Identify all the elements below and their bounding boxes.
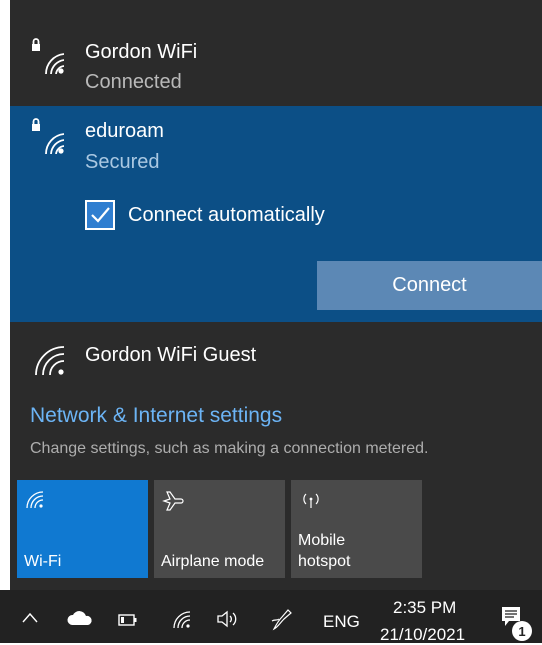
network-item-gordon-wifi[interactable]: Gordon WiFi Connected [10, 0, 542, 105]
wifi-toggle-tile[interactable]: Wi-Fi [17, 480, 148, 578]
wifi-icon[interactable] [172, 610, 190, 628]
pen-icon[interactable] [270, 607, 294, 631]
network-status: Secured [85, 151, 160, 173]
cloud-icon[interactable] [67, 610, 93, 626]
network-flyout: Gordon WiFi Connected eduroam Secured Co… [10, 0, 542, 590]
network-name: eduroam [85, 120, 164, 142]
tile-label: Airplane mode [161, 553, 265, 570]
network-item-gordon-wifi-guest[interactable]: Gordon WiFi Guest [10, 324, 542, 392]
network-item-eduroam[interactable]: eduroam Secured Connect automatically Co… [10, 106, 542, 322]
wifi-icon [26, 491, 43, 508]
mobile-hotspot-tile[interactable]: Mobile hotspot [291, 480, 422, 578]
clock-time[interactable]: 2:35 PM [393, 598, 456, 618]
clock-date[interactable]: 21/10/2021 [380, 625, 465, 645]
network-name: Gordon WiFi [85, 41, 198, 63]
connect-automatically-label[interactable]: Connect automatically [128, 204, 325, 227]
language-indicator[interactable]: ENG [323, 612, 360, 632]
airplane-mode-tile[interactable]: Airplane mode [154, 480, 285, 578]
notification-count-badge: 1 [512, 621, 532, 641]
secured-wifi-icon [32, 118, 64, 154]
network-status: Connected [85, 71, 182, 93]
airplane-icon [162, 491, 184, 511]
tile-label-line: Mobile [298, 532, 346, 549]
tile-label: Mobile hotspot [298, 530, 350, 572]
network-settings-description: Change settings, such as making a connec… [30, 440, 429, 457]
connect-button[interactable]: Connect [317, 261, 542, 310]
hotspot-icon [303, 493, 319, 508]
taskbar: ENG 2:35 PM 21/10/2021 1 [0, 590, 542, 645]
battery-icon[interactable] [118, 614, 138, 626]
checkmark-icon [91, 207, 110, 223]
network-settings-link[interactable]: Network & Internet settings [30, 404, 282, 428]
secured-wifi-icon [32, 38, 64, 74]
volume-icon[interactable] [216, 609, 240, 629]
connect-automatically-checkbox[interactable] [85, 200, 115, 230]
network-name: Gordon WiFi Guest [85, 344, 257, 366]
tile-label: Wi-Fi [24, 553, 62, 570]
wifi-icon [35, 346, 64, 375]
chevron-up-icon[interactable] [22, 612, 38, 624]
tile-label-line: hotspot [298, 553, 351, 570]
